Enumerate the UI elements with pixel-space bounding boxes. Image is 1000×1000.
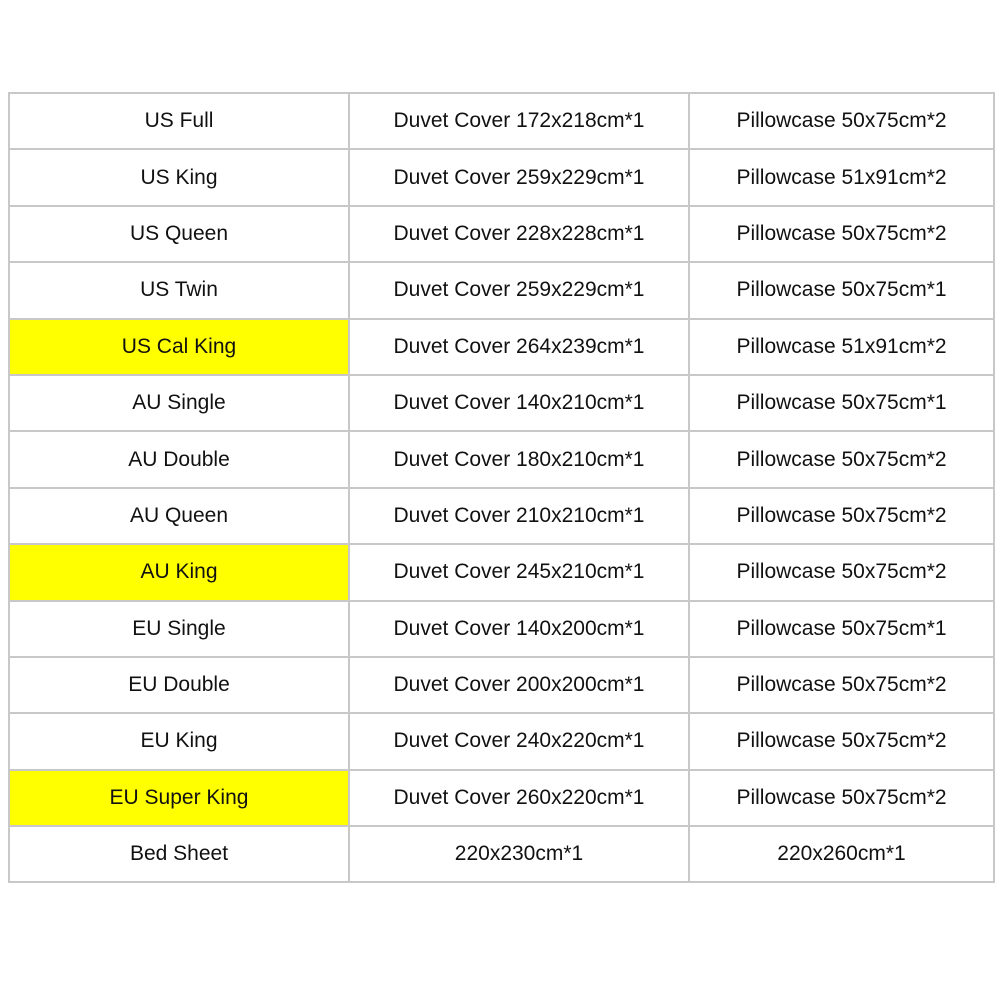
table-row: EU King Duvet Cover 240x220cm*1 Pillowcase… <box>8 712 995 771</box>
pillowcase-cell: Pillowcase 50x75cm*2 <box>688 543 995 602</box>
table-row: EU Double Duvet Cover 200x200cm*1 Pillowca… <box>8 655 995 715</box>
table-row: AU Single Duvet Cover 140x210cm*1 Pillowca… <box>8 373 995 433</box>
size-cell: AU Queen <box>8 486 350 546</box>
table-row: EU Super King Duvet Cover 260x220cm*1 Pill… <box>8 768 995 828</box>
duvet-cover-cell: Duvet Cover 259x229cm*1 <box>348 261 690 320</box>
size-cell: EU Single <box>8 599 350 658</box>
table-row: EU Single Duvet Cover 140x200cm*1 Pillowca… <box>8 599 995 658</box>
pillowcase-cell: Pillowcase 50x75cm*2 <box>688 430 995 489</box>
pillowcase-cell: Pillowcase 50x75cm*2 <box>688 768 995 828</box>
table-row: Bed Sheet 220x230cm*1 220x260cm*1 <box>8 825 995 884</box>
pillowcase-cell: Pillowcase 50x75cm*2 <box>688 204 995 264</box>
duvet-cover-cell: Duvet Cover 180x210cm*1 <box>348 430 690 489</box>
duvet-cover-cell: Duvet Cover 260x220cm*1 <box>348 768 690 828</box>
table-row: US Queen Duvet Cover 228x228cm*1 Pillowcas… <box>8 204 995 264</box>
size-cell: Bed Sheet <box>8 825 350 884</box>
size-cell: EU Super King <box>8 768 350 828</box>
size-cell: AU King <box>8 543 350 602</box>
table-row: AU Double Duvet Cover 180x210cm*1 Pillowca… <box>8 430 995 489</box>
pillowcase-cell: 220x260cm*1 <box>688 825 995 884</box>
pillowcase-cell: Pillowcase 50x75cm*1 <box>688 261 995 320</box>
pillowcase-cell: Pillowcase 50x75cm*2 <box>688 655 995 715</box>
duvet-cover-cell: Duvet Cover 140x200cm*1 <box>348 599 690 658</box>
duvet-cover-cell: Duvet Cover 264x239cm*1 <box>348 317 690 376</box>
size-cell: US Cal King <box>8 317 350 376</box>
size-cell: EU Double <box>8 655 350 715</box>
size-cell: US Full <box>8 91 350 151</box>
pillowcase-cell: Pillowcase 50x75cm*1 <box>688 599 995 658</box>
size-cell: EU King <box>8 712 350 771</box>
table-row: US King Duvet Cover 259x229cm*1 Pillowcase… <box>8 148 995 207</box>
size-cell: US Queen <box>8 204 350 264</box>
duvet-cover-cell: Duvet Cover 140x210cm*1 <box>348 373 690 433</box>
size-chart-body: US Full Duvet Cover 172x218cm*1 Pillowcase… <box>8 91 995 884</box>
table-row: US Cal King Duvet Cover 264x239cm*1 Pillow… <box>8 317 995 376</box>
size-cell: US Twin <box>8 261 350 320</box>
pillowcase-cell: Pillowcase 50x75cm*1 <box>688 373 995 433</box>
duvet-cover-cell: Duvet Cover 172x218cm*1 <box>348 91 690 151</box>
table-row: AU King Duvet Cover 245x210cm*1 Pillowcase… <box>8 543 995 602</box>
pillowcase-cell: Pillowcase 51x91cm*2 <box>688 148 995 207</box>
table-row: US Twin Duvet Cover 259x229cm*1 Pillowcase… <box>8 261 995 320</box>
pillowcase-cell: Pillowcase 51x91cm*2 <box>688 317 995 376</box>
size-chart-table: US Full Duvet Cover 172x218cm*1 Pillowcase… <box>8 91 995 884</box>
duvet-cover-cell: Duvet Cover 259x229cm*1 <box>348 148 690 207</box>
duvet-cover-cell: 220x230cm*1 <box>348 825 690 884</box>
size-cell: AU Double <box>8 430 350 489</box>
size-cell: US King <box>8 148 350 207</box>
duvet-cover-cell: Duvet Cover 200x200cm*1 <box>348 655 690 715</box>
duvet-cover-cell: Duvet Cover 210x210cm*1 <box>348 486 690 546</box>
duvet-cover-cell: Duvet Cover 245x210cm*1 <box>348 543 690 602</box>
pillowcase-cell: Pillowcase 50x75cm*2 <box>688 712 995 771</box>
duvet-cover-cell: Duvet Cover 228x228cm*1 <box>348 204 690 264</box>
duvet-cover-cell: Duvet Cover 240x220cm*1 <box>348 712 690 771</box>
pillowcase-cell: Pillowcase 50x75cm*2 <box>688 486 995 546</box>
table-row: US Full Duvet Cover 172x218cm*1 Pillowcase… <box>8 91 995 151</box>
size-cell: AU Single <box>8 373 350 433</box>
table-row: AU Queen Duvet Cover 210x210cm*1 Pillowcas… <box>8 486 995 546</box>
pillowcase-cell: Pillowcase 50x75cm*2 <box>688 91 995 151</box>
